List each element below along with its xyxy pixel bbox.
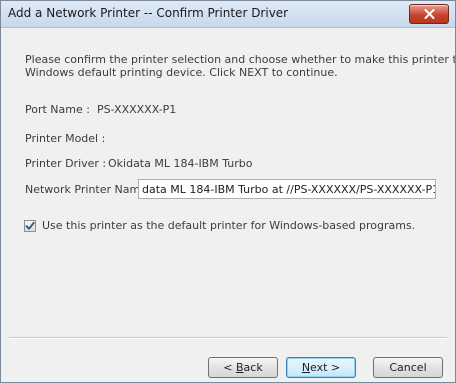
printer-model-label: Printer Model : bbox=[25, 132, 106, 145]
default-printer-checkbox[interactable] bbox=[24, 220, 36, 232]
button-separator bbox=[9, 337, 447, 339]
printer-driver-label: Printer Driver : bbox=[25, 157, 107, 170]
port-name-label: Port Name : bbox=[25, 103, 90, 116]
port-name-value: PS-XXXXXX-P1 bbox=[97, 103, 177, 116]
close-icon bbox=[424, 9, 434, 19]
close-button[interactable] bbox=[409, 4, 449, 24]
back-button-prefix: < bbox=[223, 361, 236, 374]
cancel-button[interactable]: Cancel bbox=[373, 357, 443, 378]
network-printer-name-label: Network Printer Name : bbox=[25, 183, 155, 196]
next-button-accel: N bbox=[301, 361, 311, 374]
back-button-rest: ack bbox=[243, 361, 263, 374]
checkmark-icon bbox=[25, 221, 35, 230]
window-title: Add a Network Printer -- Confirm Printer… bbox=[8, 6, 289, 20]
add-network-printer-dialog: Add a Network Printer -- Confirm Printer… bbox=[0, 0, 456, 383]
printer-driver-value: Okidata ML 184-IBM Turbo bbox=[108, 157, 253, 170]
title-bar[interactable]: Add a Network Printer -- Confirm Printer… bbox=[1, 1, 455, 28]
network-printer-name-value: data ML 184-IBM Turbo at //PS-XXXXXX/PS-… bbox=[142, 183, 436, 196]
next-button[interactable]: Next > bbox=[286, 357, 356, 378]
default-printer-label[interactable]: Use this printer as the default printer … bbox=[42, 219, 415, 232]
next-button-rest: ext > bbox=[310, 361, 341, 374]
instruction-text: Please confirm the printer selection and… bbox=[25, 53, 456, 79]
back-button[interactable]: < Back bbox=[208, 357, 278, 378]
dialog-content: Please confirm the printer selection and… bbox=[1, 28, 455, 382]
back-button-accel: B bbox=[236, 361, 244, 374]
instruction-line-1: Please confirm the printer selection and… bbox=[25, 53, 456, 66]
instruction-line-2: Windows default printing device. Click N… bbox=[25, 66, 338, 79]
network-printer-name-input[interactable]: data ML 184-IBM Turbo at //PS-XXXXXX/PS-… bbox=[138, 179, 436, 199]
